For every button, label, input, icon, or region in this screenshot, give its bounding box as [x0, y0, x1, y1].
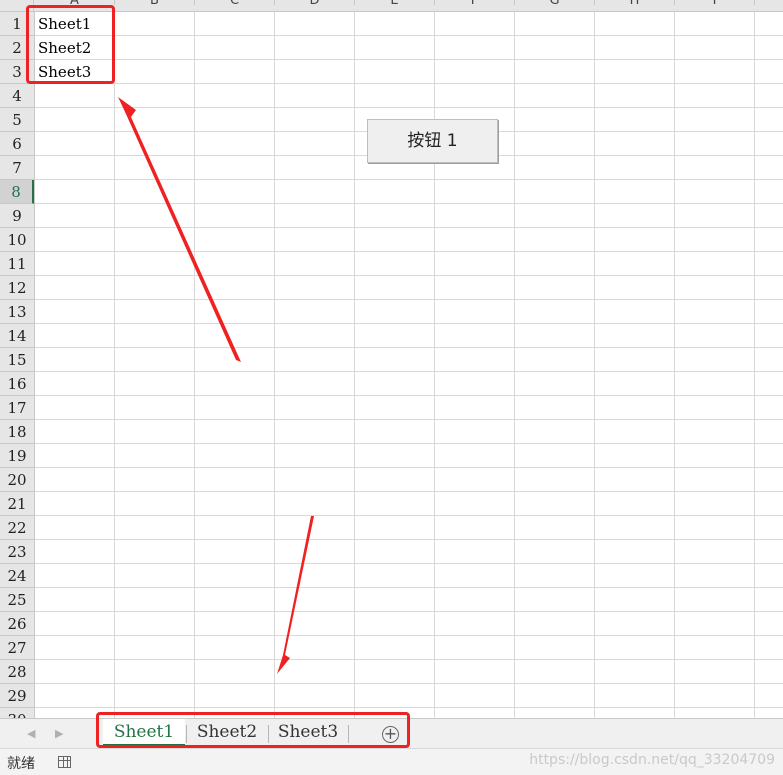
macro-record-icon[interactable] — [58, 756, 71, 768]
annotation-box-cells — [26, 5, 115, 84]
row-header-6[interactable]: 6 — [0, 132, 34, 156]
row-header-23[interactable]: 23 — [0, 540, 34, 564]
row-header-30[interactable]: 30 — [0, 708, 34, 718]
row-header-7[interactable]: 7 — [0, 156, 34, 180]
row-header-18[interactable]: 18 — [0, 420, 34, 444]
tab-nav-left-icon[interactable]: ◀ — [27, 727, 35, 740]
row-header-5[interactable]: 5 — [0, 108, 34, 132]
row-header-13[interactable]: 13 — [0, 300, 34, 324]
column-header-d[interactable]: D — [275, 0, 355, 7]
row-header-26[interactable]: 26 — [0, 612, 34, 636]
row-header-9[interactable]: 9 — [0, 204, 34, 228]
status-bar: 就绪 https://blog.csdn.net/qq_33204709 — [0, 748, 783, 775]
watermark-text: https://blog.csdn.net/qq_33204709 — [529, 752, 775, 768]
row-header-22[interactable]: 22 — [0, 516, 34, 540]
column-header-f[interactable]: F — [435, 0, 515, 7]
annotation-box-tabs — [96, 712, 410, 748]
row-header-19[interactable]: 19 — [0, 444, 34, 468]
row-header-24[interactable]: 24 — [0, 564, 34, 588]
row-header-27[interactable]: 27 — [0, 636, 34, 660]
tab-nav-right-icon[interactable]: ▶ — [55, 727, 63, 740]
row-header-16[interactable]: 16 — [0, 372, 34, 396]
row-header-4[interactable]: 4 — [0, 84, 34, 108]
status-ready-text: 就绪 — [7, 756, 35, 772]
column-header-e[interactable]: E — [355, 0, 435, 7]
column-header-g[interactable]: G — [515, 0, 595, 7]
row-header-20[interactable]: 20 — [0, 468, 34, 492]
row-header-25[interactable]: 25 — [0, 588, 34, 612]
row-header-17[interactable]: 17 — [0, 396, 34, 420]
row-header-11[interactable]: 11 — [0, 252, 34, 276]
column-header-c[interactable]: C — [195, 0, 275, 7]
row-header-15[interactable]: 15 — [0, 348, 34, 372]
row-header-8[interactable]: 8 — [0, 180, 34, 204]
row-header-10[interactable]: 10 — [0, 228, 34, 252]
column-header-bar: ABCDEFGHI — [0, 0, 783, 12]
row-header-12[interactable]: 12 — [0, 276, 34, 300]
row-header-28[interactable]: 28 — [0, 660, 34, 684]
cell-grid[interactable] — [35, 12, 783, 718]
row-header-bar: 1 2 3 4 5 6 7 8 9 10 11 12 13 14 15 16 17 18 19 20 21 22 23 24 2… — [0, 12, 35, 718]
row-header-29[interactable]: 29 — [0, 684, 34, 708]
row-header-14[interactable]: 14 — [0, 324, 34, 348]
column-header-h[interactable]: H — [595, 0, 675, 7]
form-button-1[interactable]: 按钮 1 — [367, 119, 498, 163]
column-header-i[interactable]: I — [675, 0, 755, 7]
column-header-b[interactable]: B — [115, 0, 195, 7]
row-header-21[interactable]: 21 — [0, 492, 34, 516]
